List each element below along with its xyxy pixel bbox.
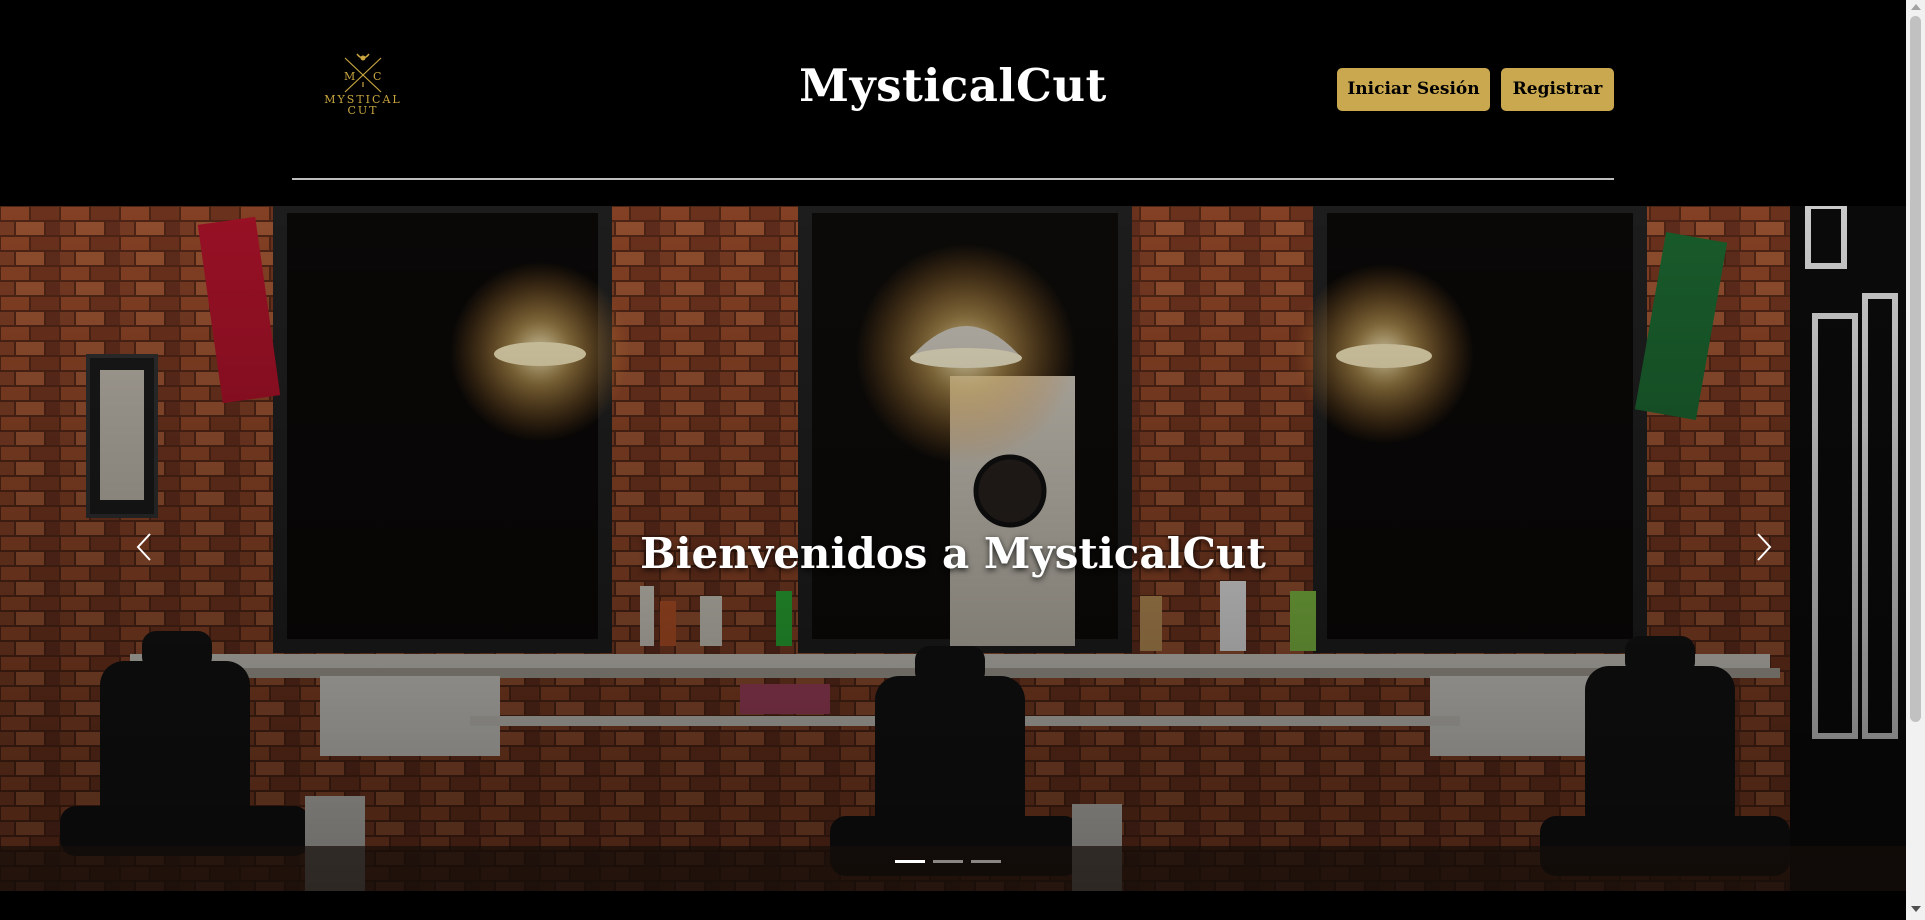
login-button[interactable]: Iniciar Sesión [1337,68,1490,111]
logo-initial-c: C [373,70,381,83]
carousel-indicators [895,860,1011,864]
mystical-cut-logo[interactable]: M C MYSTICAL CUT [318,52,408,132]
carousel-indicator[interactable] [895,860,925,863]
page: M C MYSTICAL CUT MysticalCut Iniciar Ses… [0,0,1925,920]
page-scrollbar[interactable] [1906,0,1925,920]
hero-caption: Bienvenidos a MysticalCut [640,529,1266,578]
chevron-right-icon [1757,533,1772,561]
carousel-prev-button[interactable] [124,522,164,572]
crossed-razors-icon: M C [344,53,381,93]
scroll-up-arrow-icon[interactable] [1911,4,1921,10]
hero-carousel: Bienvenidos a MysticalCut [0,206,1906,891]
scroll-down-arrow-icon[interactable] [1911,906,1921,912]
carousel-next-button[interactable] [1744,522,1784,572]
carousel-indicator[interactable] [971,860,1001,863]
logo-initial-m: M [344,70,355,83]
register-button[interactable]: Registrar [1501,68,1614,111]
carousel-indicator[interactable] [933,860,963,863]
logo-text-line2: CUT [347,104,379,117]
header-divider [292,178,1614,180]
site-title: MysticalCut [799,59,1107,112]
scrollbar-thumb[interactable] [1910,16,1921,722]
chevron-left-icon [136,533,151,561]
site-header: M C MYSTICAL CUT MysticalCut Iniciar Ses… [0,0,1906,206]
site-title-wrapper: MysticalCut [0,58,1906,114]
